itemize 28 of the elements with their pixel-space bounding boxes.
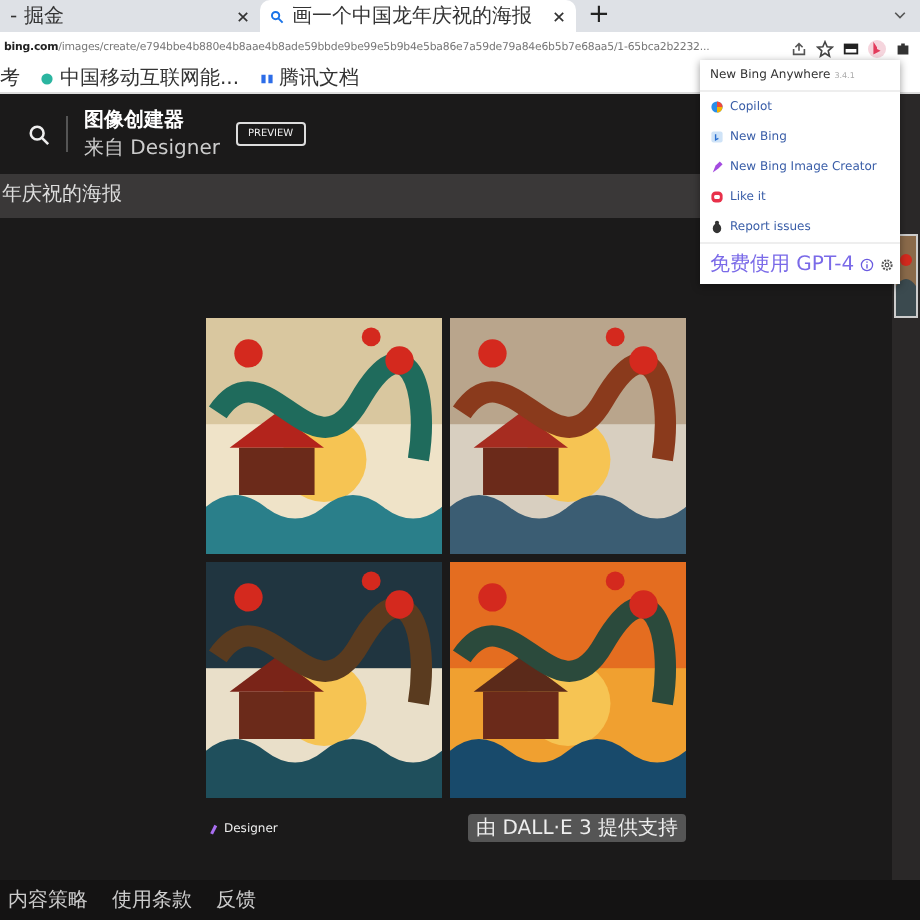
bookmark-link[interactable]: 腾讯文档 [279, 64, 360, 92]
new-tab-button[interactable]: + [576, 0, 622, 32]
share-icon[interactable] [790, 39, 808, 57]
bing-extension-icon[interactable] [868, 39, 886, 57]
browser-tab[interactable]: - 掘金 [0, 0, 260, 32]
app-title: 图像创建器 [84, 107, 186, 134]
settings-icon[interactable] [880, 257, 895, 271]
powered-by-badge: 由 DALL·E 3 提供支持 [468, 814, 686, 842]
bookmark-link[interactable]: 考 [0, 64, 20, 92]
sidebar-icon[interactable] [842, 39, 860, 57]
footer-link[interactable]: 反馈 [216, 886, 256, 914]
search-icon [270, 9, 284, 23]
chat-icon [710, 130, 724, 144]
info-icon[interactable] [860, 257, 875, 271]
footer-link[interactable]: 免费使用 GPT-4 [710, 250, 855, 278]
chevron-icon[interactable] [892, 8, 908, 24]
tab-title: - 掘金 [10, 4, 64, 30]
tab-title: 画一个中国龙年庆祝的海报 [292, 3, 532, 30]
copilot-icon [710, 100, 724, 114]
close-icon[interactable] [236, 9, 250, 23]
close-icon[interactable] [552, 9, 566, 23]
search-icon[interactable] [28, 123, 50, 145]
star-icon[interactable] [816, 39, 834, 57]
footer-link[interactable]: 内容策略 [8, 886, 88, 914]
bookmark-link[interactable]: 中国移动互联网能... [60, 64, 240, 92]
app-subtitle: 来自 Designer [84, 135, 220, 162]
footer-link[interactable]: 使用条款 [112, 886, 192, 914]
browser-tab[interactable]: 画一个中国龙年庆祝的海报 [260, 0, 576, 32]
